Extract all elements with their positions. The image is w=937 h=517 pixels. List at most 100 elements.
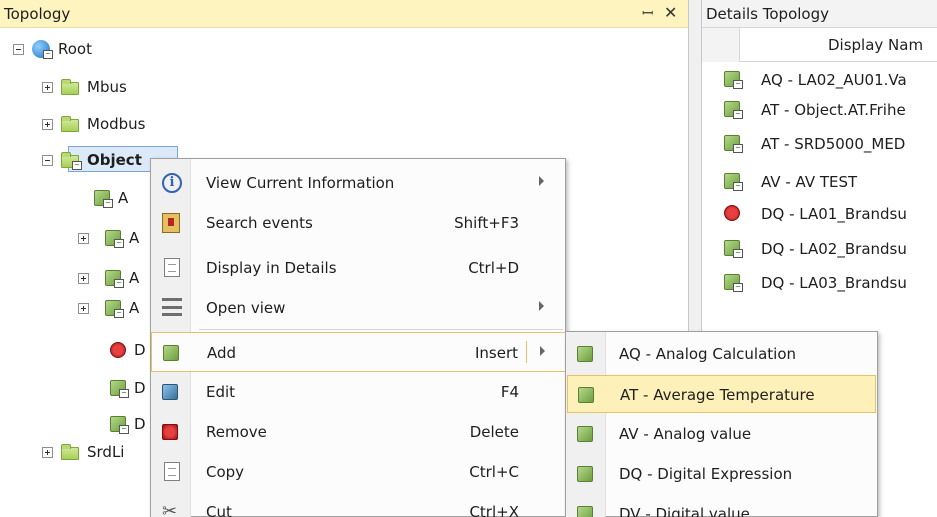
- expand-icon[interactable]: [42, 446, 53, 458]
- details-panel-header: Details Topology: [702, 0, 937, 28]
- folder-icon: [61, 115, 81, 133]
- submenu-item-label: AT - Average Temperature: [620, 386, 815, 404]
- open-view-icon: [162, 298, 182, 318]
- context-menu: i View Current Information Search events…: [150, 158, 567, 517]
- tree-node-label: A: [129, 299, 140, 317]
- tree-node-label: Modbus: [87, 115, 146, 133]
- object-icon: [578, 387, 594, 403]
- menu-separator: [199, 329, 563, 330]
- expand-icon[interactable]: [78, 232, 89, 244]
- menu-item-display-in-details[interactable]: Display in Details Ctrl+D: [151, 248, 567, 288]
- menu-item-shortcut: Ctrl+C: [469, 463, 519, 481]
- tree-node-child[interactable]: ~ A: [78, 266, 139, 290]
- tree-node-child[interactable]: D: [108, 338, 146, 362]
- menu-item-label: View Current Information: [206, 174, 395, 192]
- details-row[interactable]: ~ AQ - LA02_AU01.Va: [702, 67, 937, 93]
- menu-item-remove[interactable]: Remove Delete: [151, 412, 567, 452]
- menu-item-edit[interactable]: Edit F4: [151, 372, 567, 412]
- column-header-display-name[interactable]: Display Nam: [828, 36, 923, 54]
- submenu-item-label: DQ - Digital Expression: [619, 465, 793, 483]
- menu-item-view-current-information[interactable]: i View Current Information: [151, 163, 567, 203]
- submenu-item-aq[interactable]: AQ - Analog Calculation: [567, 335, 876, 373]
- tree-node-object[interactable]: ~ Object: [42, 148, 142, 172]
- object-icon: ~: [722, 70, 743, 89]
- menu-item-copy[interactable]: Copy Ctrl+C: [151, 452, 567, 492]
- menu-item-label: Cut: [206, 503, 232, 517]
- tree-node-child[interactable]: ~ D: [108, 412, 146, 436]
- expand-icon[interactable]: [42, 81, 53, 93]
- display-details-icon: [162, 258, 182, 278]
- expand-icon[interactable]: [78, 272, 89, 284]
- menu-item-label: Copy: [206, 463, 245, 481]
- object-icon: ~: [103, 299, 124, 318]
- menu-item-shortcut: Ctrl+D: [468, 259, 519, 277]
- menu-item-shortcut: F4: [500, 383, 519, 401]
- details-panel-title: Details Topology: [706, 5, 830, 23]
- submenu-item-label: AV - Analog value: [619, 425, 752, 443]
- submenu-item-dq[interactable]: DQ - Digital Expression: [567, 455, 876, 493]
- collapse-icon[interactable]: [13, 43, 24, 55]
- details-row[interactable]: ~ DQ - LA02_Brandsu: [702, 236, 937, 262]
- details-row-label: DQ - LA03_Brandsu: [761, 274, 907, 292]
- object-icon: [577, 506, 593, 517]
- object-icon: ~: [92, 189, 113, 208]
- expand-icon[interactable]: [78, 302, 89, 314]
- submenu-item-label: AQ - Analog Calculation: [619, 345, 797, 363]
- tree-node-child[interactable]: ~ A: [92, 186, 128, 210]
- close-icon[interactable]: ✕: [664, 3, 677, 22]
- details-row-label: AT - SRD5000_MED: [761, 135, 906, 153]
- menu-item-label: Display in Details: [206, 259, 337, 277]
- tree-node-modbus[interactable]: Modbus: [42, 112, 145, 136]
- details-row[interactable]: DQ - LA01_Brandsu: [702, 201, 937, 227]
- tree-node-label: Object: [87, 151, 142, 169]
- edit-icon: [162, 382, 182, 402]
- submenu-item-at[interactable]: AT - Average Temperature: [567, 375, 876, 413]
- details-row[interactable]: ~ AT - SRD5000_MED: [702, 131, 937, 157]
- submenu-item-dv[interactable]: DV - Digital value: [567, 495, 876, 517]
- tree-node-label: D: [134, 341, 146, 359]
- add-submenu: AQ - Analog Calculation AT - Average Tem…: [565, 331, 878, 517]
- menu-item-open-view[interactable]: Open view: [151, 288, 567, 328]
- menu-item-search-events[interactable]: Search events Shift+F3: [151, 203, 567, 243]
- submenu-arrow-icon: [539, 176, 544, 186]
- menu-item-shortcut: Ctrl+X: [469, 503, 519, 517]
- tree-node-label: Root: [58, 40, 92, 58]
- object-icon: ~: [108, 379, 129, 398]
- tree-node-child[interactable]: ~ A: [78, 226, 139, 250]
- alarm-object-icon: [108, 341, 128, 359]
- collapse-icon[interactable]: [42, 154, 53, 166]
- submenu-arrow-icon: [539, 301, 544, 311]
- menu-item-label: Edit: [206, 383, 236, 401]
- expand-icon[interactable]: [42, 118, 53, 130]
- folder-icon: ~: [61, 151, 82, 170]
- details-row-label: DQ - LA01_Brandsu: [761, 205, 907, 223]
- submenu-item-label: DV - Digital value: [619, 505, 750, 517]
- search-events-icon: [162, 213, 182, 233]
- menu-item-cut[interactable]: ✂ Cut Ctrl+X: [151, 492, 567, 517]
- tree-node-label: A: [118, 189, 129, 207]
- object-icon: ~: [722, 239, 743, 258]
- tree-node-child[interactable]: ~ A: [78, 296, 139, 320]
- object-icon: [577, 466, 593, 482]
- menu-item-add[interactable]: Add Insert: [151, 332, 567, 372]
- folder-icon: [61, 443, 81, 461]
- menu-item-label: Search events: [206, 214, 313, 232]
- tree-node-mbus[interactable]: Mbus: [42, 75, 127, 99]
- object-icon: ~: [722, 134, 743, 153]
- split-button-divider: [526, 341, 527, 363]
- info-icon: i: [162, 173, 182, 193]
- pin-icon[interactable]: ꟷ: [642, 4, 653, 23]
- submenu-arrow-icon: [540, 346, 545, 356]
- details-row[interactable]: ~ DQ - LA03_Brandsu: [702, 270, 937, 296]
- tree-node-label: D: [134, 379, 146, 397]
- tree-node-root[interactable]: ~ Root: [13, 37, 92, 61]
- details-row[interactable]: ~ AV - AV TEST: [702, 169, 937, 195]
- topology-panel-header: Topology ꟷ ✕: [0, 0, 688, 28]
- tree-node-label: SrdLi: [87, 443, 125, 461]
- object-icon: ~: [722, 273, 743, 292]
- tree-node-srdli[interactable]: SrdLi: [42, 440, 124, 464]
- details-row[interactable]: ~ AT - Object.AT.Frihe: [702, 97, 937, 123]
- submenu-item-av[interactable]: AV - Analog value: [567, 415, 876, 453]
- tree-node-label: Mbus: [87, 78, 127, 96]
- tree-node-child[interactable]: ~ D: [108, 376, 146, 400]
